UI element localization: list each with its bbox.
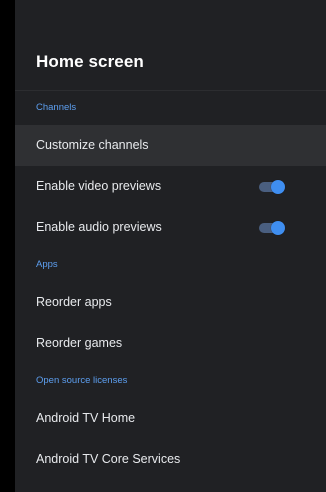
section-label-apps: Apps bbox=[36, 259, 58, 270]
audio-previews-toggle[interactable] bbox=[259, 221, 285, 235]
page-title: Home screen bbox=[36, 52, 144, 71]
reorder-apps-item[interactable]: Reorder apps bbox=[15, 282, 326, 323]
screen: Home screen Channels Customize channels … bbox=[0, 0, 326, 492]
android-tv-home-item[interactable]: Android TV Home bbox=[15, 398, 326, 439]
reorder-games-item[interactable]: Reorder games bbox=[15, 323, 326, 364]
section-label-channels: Channels bbox=[36, 102, 77, 113]
video-previews-toggle[interactable] bbox=[259, 180, 285, 194]
toggle-thumb bbox=[271, 221, 285, 235]
enable-video-previews-item[interactable]: Enable video previews bbox=[15, 166, 326, 207]
toggle-thumb bbox=[271, 180, 285, 194]
customize-channels-label: Customize channels bbox=[36, 138, 149, 152]
android-tv-core-services-label: Android TV Core Services bbox=[36, 452, 181, 466]
enable-video-previews-label: Enable video previews bbox=[36, 179, 162, 193]
section-label-open-source-licenses: Open source licenses bbox=[36, 375, 128, 386]
settings-panel: Home screen Channels Customize channels … bbox=[15, 0, 326, 492]
enable-audio-previews-item[interactable]: Enable audio previews bbox=[15, 207, 326, 248]
reorder-games-label: Reorder games bbox=[36, 336, 123, 350]
panel-header: Home screen bbox=[15, 0, 326, 91]
reorder-apps-label: Reorder apps bbox=[36, 295, 112, 309]
enable-audio-previews-label: Enable audio previews bbox=[36, 220, 162, 234]
android-tv-core-services-item[interactable]: Android TV Core Services bbox=[15, 439, 326, 480]
customize-channels-item[interactable]: Customize channels bbox=[15, 125, 326, 166]
android-tv-home-label: Android TV Home bbox=[36, 411, 136, 425]
